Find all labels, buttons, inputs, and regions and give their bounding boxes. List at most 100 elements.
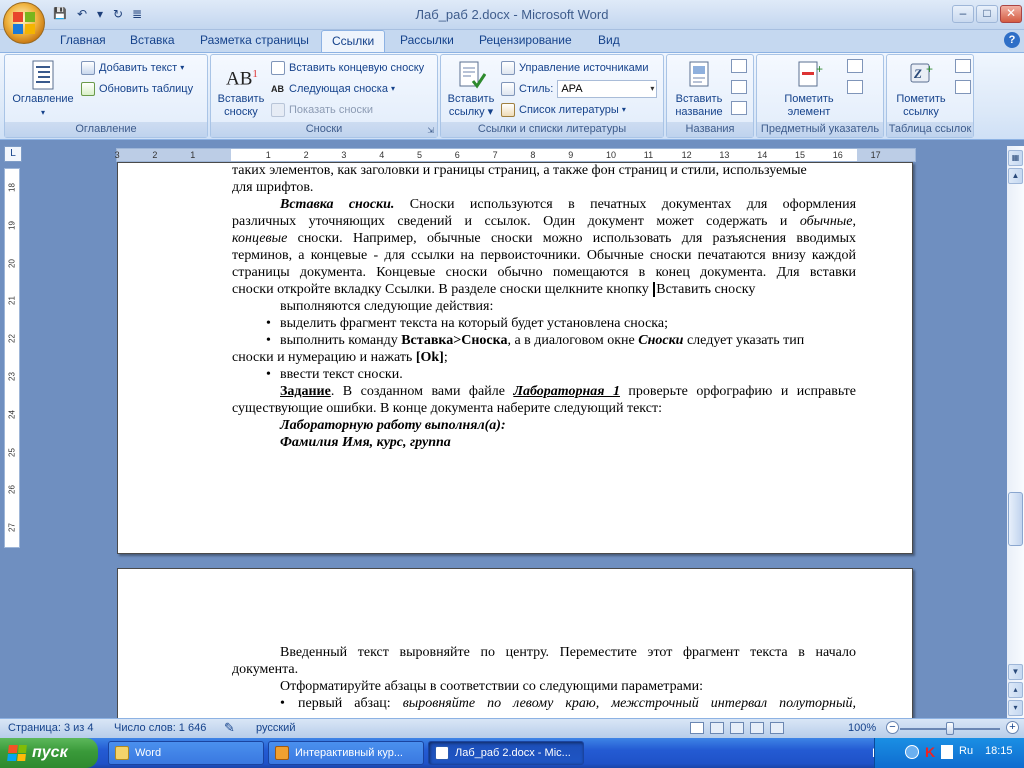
list-item: • первый абзац: выровняйте по левому краю… — [280, 696, 856, 711]
vertical-ruler[interactable]: 18 19 20 21 22 23 24 25 26 27 — [4, 168, 20, 548]
redo-icon[interactable]: ↻ — [110, 6, 126, 22]
save-icon[interactable]: 💾 — [52, 6, 68, 22]
tab-home[interactable]: Главная — [50, 30, 116, 52]
taskbar-item-course[interactable]: Интерактивный кур... — [268, 741, 424, 765]
tab-page-layout[interactable]: Разметка страницы — [190, 30, 319, 52]
customize-qat-icon[interactable]: ≣ — [132, 6, 142, 22]
system-tray: K Ru 18:15 — [874, 738, 1024, 768]
text-line: Отформатируйте абзацы в соответствии со … — [280, 679, 704, 694]
ruler-number: 24 — [7, 409, 17, 419]
mark-citation-button[interactable]: Z + Пометить ссылку — [889, 59, 953, 119]
undo-icon[interactable]: ↶ — [74, 6, 90, 22]
taskbar-item-word-folder[interactable]: Word — [108, 741, 264, 765]
ruler-number: 10 — [606, 150, 617, 160]
bullet-icon: • — [266, 333, 271, 348]
scroll-down-icon[interactable]: ▼ — [1008, 664, 1023, 680]
network-icon[interactable] — [941, 745, 953, 759]
ruler-number: 16 — [832, 150, 843, 160]
zoom-in-icon[interactable]: + — [1006, 721, 1019, 734]
tab-review[interactable]: Рецензирование — [469, 30, 582, 52]
outline-icon[interactable] — [750, 722, 764, 734]
text-line: для шрифтов. — [232, 180, 314, 195]
ruler-number: 5 — [417, 150, 423, 160]
maximize-button[interactable]: □ — [976, 5, 998, 23]
tab-insert[interactable]: Вставка — [120, 30, 185, 52]
zoom-level[interactable]: 100% — [848, 722, 876, 734]
draft-icon[interactable] — [770, 722, 784, 734]
ruler-number: 13 — [719, 150, 730, 160]
update-index-icon[interactable] — [847, 80, 863, 94]
tab-view[interactable]: Вид — [588, 30, 630, 52]
help-icon[interactable]: ? — [1004, 32, 1020, 48]
toc-label: Оглавление — [12, 93, 74, 105]
previous-page-icon[interactable]: ▴ — [1008, 682, 1023, 698]
presentation-icon — [275, 746, 289, 760]
proofing-icon[interactable]: ✎ — [224, 720, 235, 736]
word-count[interactable]: Число слов: 1 646 — [114, 722, 206, 734]
insert-index-icon[interactable] — [847, 59, 863, 73]
scroll-thumb[interactable] — [1008, 492, 1023, 546]
text-line: таких элементов, как заголовки и границы… — [232, 163, 807, 178]
insert-citation-button[interactable]: Вставить ссылку ▾ — [443, 59, 499, 119]
manage-sources-icon — [501, 61, 515, 75]
office-button[interactable] — [3, 2, 45, 44]
clock[interactable]: 18:15 — [985, 745, 1013, 757]
tray-language[interactable]: Ru — [959, 745, 973, 757]
scroll-up-icon[interactable]: ▲ — [1008, 168, 1023, 184]
view-ruler-icon[interactable]: ▦ — [1008, 150, 1023, 166]
web-layout-icon[interactable] — [730, 722, 744, 734]
ruler-number: 26 — [7, 485, 17, 495]
back-icon[interactable] — [905, 745, 919, 759]
next-footnote-button[interactable]: AB Следующая сноска ▾ — [271, 80, 395, 98]
insert-caption-button[interactable]: Вставить название — [669, 59, 729, 119]
show-notes-button[interactable]: Показать сноски — [271, 101, 373, 119]
undo-dropdown-icon[interactable]: ▾ — [96, 6, 104, 22]
antivirus-icon[interactable]: K — [925, 744, 935, 760]
minimize-button[interactable]: – — [952, 5, 974, 23]
style-select[interactable]: APA ▾ — [557, 80, 658, 98]
mark-citation-icon: Z + — [906, 59, 936, 91]
group-toc: Оглавление ▾ Добавить текст ▾ Обновить та… — [4, 54, 208, 138]
show-notes-icon — [271, 103, 285, 117]
cross-reference-icon[interactable] — [731, 101, 747, 115]
mark-entry-button[interactable]: + Пометить элемент — [773, 59, 845, 119]
tab-mailings[interactable]: Рассылки — [390, 30, 464, 52]
add-text-button[interactable]: Добавить текст ▾ — [81, 59, 184, 77]
print-layout-icon[interactable] — [690, 722, 704, 734]
bullet-icon: • — [280, 696, 285, 711]
bibliography-button[interactable]: Список литературы ▾ — [501, 101, 626, 119]
insert-endnote-button[interactable]: Вставить концевую сноску — [271, 59, 424, 77]
text-line: концевые сноски. Например, обычные сноск… — [232, 231, 856, 246]
ruler-number: 18 — [7, 183, 17, 192]
ruler-number: 25 — [7, 447, 17, 457]
tab-references[interactable]: Ссылки — [321, 30, 386, 53]
zoom-out-icon[interactable]: − — [886, 721, 899, 734]
close-button[interactable]: ✕ — [1000, 5, 1022, 23]
update-toa-icon[interactable] — [955, 80, 971, 94]
dialog-launcher-icon[interactable]: ⇲ — [427, 126, 434, 135]
zoom-slider-thumb[interactable] — [946, 722, 954, 735]
manage-sources-button[interactable]: Управление источниками — [501, 59, 648, 77]
document-page[interactable]: таких элементов, как заголовки и границы… — [117, 162, 913, 554]
update-table-icon[interactable] — [731, 80, 747, 94]
document-page[interactable]: Введенный текст выровняйте по центру. Пе… — [117, 568, 913, 728]
ruler-number: 6 — [454, 150, 460, 160]
tab-selector[interactable]: L — [4, 146, 22, 162]
next-page-icon[interactable]: ▾ — [1008, 700, 1023, 716]
insert-table-of-figures-icon[interactable] — [731, 59, 747, 73]
ruler-number: 2 — [303, 150, 309, 160]
taskbar-item-document[interactable]: Лаб_раб 2.docx - Mic... — [428, 741, 584, 765]
horizontal-ruler[interactable]: 3 2 1 1 2 3 4 5 6 7 8 9 10 11 12 13 14 15 16 17 — [115, 148, 916, 162]
ruler-number: 1 — [190, 150, 196, 160]
vertical-scrollbar[interactable]: ▦ ▲ ▼ ▴ ▾ — [1007, 146, 1024, 718]
page-count[interactable]: Страница: 3 из 4 — [8, 722, 94, 734]
update-table-button[interactable]: Обновить таблицу — [81, 80, 193, 98]
text-line: Лабораторную работу выполнял(а): — [280, 418, 506, 433]
text-line: документа. — [232, 662, 299, 677]
style-icon — [501, 82, 515, 96]
insert-footnote-button[interactable]: AB1 Вставить сноску — [213, 59, 269, 119]
insert-toa-icon[interactable] — [955, 59, 971, 73]
language-status[interactable]: русский — [256, 722, 295, 734]
toc-button[interactable]: Оглавление ▾ — [7, 59, 79, 119]
full-screen-reading-icon[interactable] — [710, 722, 724, 734]
